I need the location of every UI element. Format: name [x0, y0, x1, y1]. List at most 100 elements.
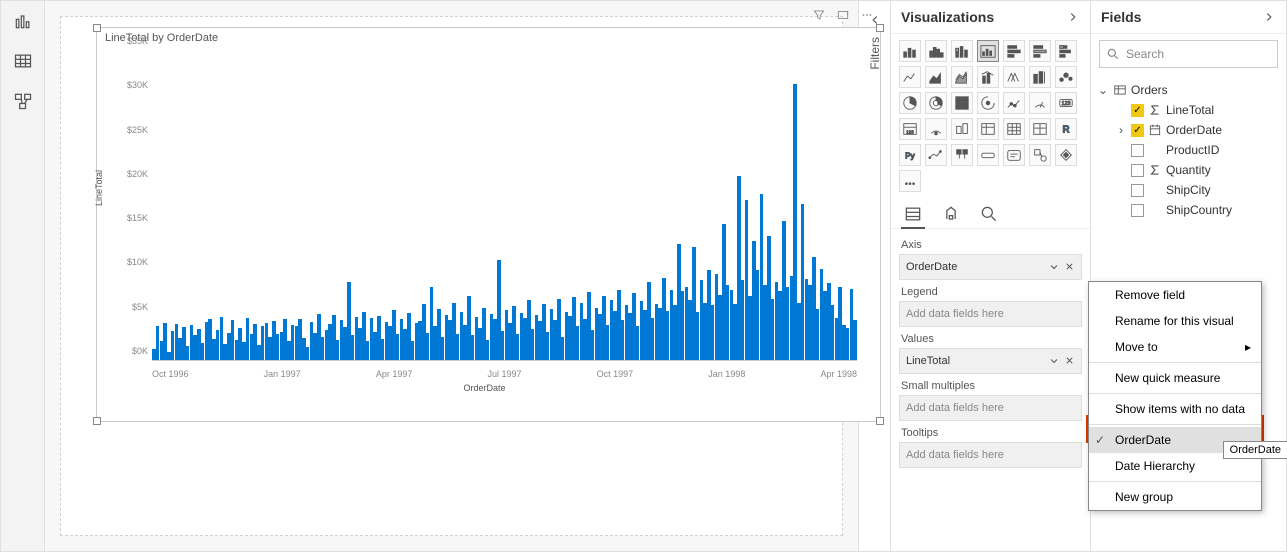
svg-text:R: R — [1062, 125, 1069, 136]
table-node-orders[interactable]: ⌄ Orders — [1095, 80, 1282, 100]
field-wells: Axis OrderDate Legend Add data fields he… — [891, 229, 1090, 551]
x-tick: Oct 1996 — [152, 369, 189, 379]
tooltips-well-placeholder[interactable]: Add data fields here — [899, 442, 1082, 468]
viz-type-icon[interactable] — [977, 92, 999, 114]
legend-well-placeholder[interactable]: Add data fields here — [899, 301, 1082, 327]
analytics-tab-icon[interactable] — [979, 204, 999, 224]
column-chart-visual[interactable]: LineTotal by OrderDate LineTotal $0K$5K$… — [96, 27, 881, 422]
viz-type-icon[interactable] — [925, 40, 947, 62]
viz-type-icon[interactable] — [1003, 40, 1025, 62]
cm-new-group[interactable]: New group — [1089, 484, 1261, 510]
field-node[interactable]: ShipCountry — [1113, 200, 1282, 220]
resize-handle-bottom-right[interactable] — [876, 417, 884, 425]
fields-title: Fields — [1101, 9, 1141, 25]
remove-field-icon[interactable] — [1064, 355, 1075, 366]
canvas-page[interactable]: LineTotal by OrderDate LineTotal $0K$5K$… — [60, 16, 843, 536]
y-axis: $0K$5K$10K$15K$20K$25K$30K$35K — [107, 46, 152, 391]
viz-type-icon[interactable] — [1029, 66, 1051, 88]
y-tick: $0K — [132, 346, 148, 356]
data-view-icon[interactable] — [13, 51, 33, 71]
viz-type-icon[interactable] — [1055, 66, 1077, 88]
field-checkbox[interactable] — [1131, 204, 1144, 217]
chart-title: LineTotal by OrderDate — [97, 28, 880, 46]
viz-type-icon[interactable] — [951, 66, 973, 88]
resize-handle-top-right[interactable] — [876, 24, 884, 32]
viz-type-icon[interactable]: 123 — [899, 118, 921, 140]
model-view-icon[interactable] — [13, 91, 33, 111]
small-multiples-well-placeholder[interactable]: Add data fields here — [899, 395, 1082, 421]
report-view-icon[interactable] — [13, 11, 33, 31]
viz-type-icon[interactable] — [977, 144, 999, 166]
viz-type-icon[interactable] — [925, 144, 947, 166]
field-node[interactable]: Quantity — [1113, 160, 1282, 180]
fields-search-input[interactable]: Search — [1099, 40, 1278, 68]
field-node[interactable]: ShipCity — [1113, 180, 1282, 200]
field-checkbox[interactable] — [1131, 164, 1144, 177]
chart-bar[interactable] — [853, 320, 856, 360]
legend-well-label: Legend — [901, 286, 1082, 298]
field-checkbox[interactable]: ✓ — [1131, 104, 1144, 117]
cm-show-items-no-data[interactable]: Show items with no data — [1089, 396, 1261, 422]
viz-type-icon[interactable] — [925, 118, 947, 140]
field-checkbox[interactable] — [1131, 184, 1144, 197]
visualizations-header: Visualizations — [891, 1, 1090, 34]
resize-handle-top-left[interactable] — [93, 24, 101, 32]
viz-type-icon[interactable] — [951, 92, 973, 114]
viz-type-icon[interactable] — [1029, 144, 1051, 166]
chevron-right-icon[interactable]: › — [1115, 123, 1127, 137]
table-icon — [1113, 83, 1127, 97]
viz-type-icon[interactable] — [1003, 144, 1025, 166]
viz-type-icon[interactable]: Py — [899, 144, 921, 166]
viz-type-icon[interactable] — [925, 66, 947, 88]
viz-type-icon[interactable] — [899, 66, 921, 88]
viz-type-icon[interactable] — [1029, 92, 1051, 114]
report-canvas[interactable]: LineTotal by OrderDate LineTotal $0K$5K$… — [45, 1, 858, 551]
field-checkbox[interactable]: ✓ — [1131, 124, 1144, 137]
field-checkbox[interactable] — [1131, 144, 1144, 157]
cm-remove-field[interactable]: Remove field — [1089, 282, 1261, 308]
viz-type-icon[interactable] — [899, 92, 921, 114]
visualizations-pane: Visualizations 123 123 R Py Axis OrderDate … — [890, 1, 1090, 551]
fields-tab-icon[interactable] — [903, 204, 923, 224]
viz-type-icon[interactable] — [1003, 66, 1025, 88]
viz-type-icon[interactable] — [951, 118, 973, 140]
cm-rename[interactable]: Rename for this visual — [1089, 308, 1261, 334]
format-tab-icon[interactable] — [941, 204, 961, 224]
viz-type-icon[interactable] — [1003, 92, 1025, 114]
field-node[interactable]: ProductID — [1113, 140, 1282, 160]
viz-type-icon[interactable] — [977, 118, 999, 140]
viz-type-icon[interactable] — [1029, 118, 1051, 140]
viz-type-icon[interactable]: 123 — [1055, 92, 1077, 114]
values-field-pill[interactable]: LineTotal — [899, 348, 1082, 374]
chevron-down-icon[interactable] — [1048, 261, 1060, 273]
cm-new-quick-measure[interactable]: New quick measure — [1089, 365, 1261, 391]
resize-handle-bottom-left[interactable] — [93, 417, 101, 425]
field-name: ShipCity — [1166, 183, 1211, 197]
remove-field-icon[interactable] — [1064, 261, 1075, 272]
viz-type-icon[interactable] — [899, 40, 921, 62]
axis-field-pill[interactable]: OrderDate — [899, 254, 1082, 280]
collapse-chevron-icon[interactable] — [1066, 10, 1080, 24]
field-name: OrderDate — [1166, 123, 1222, 137]
viz-type-icon[interactable] — [1055, 40, 1077, 62]
viz-type-icon[interactable] — [951, 144, 973, 166]
viz-type-icon[interactable] — [925, 92, 947, 114]
visual-header — [812, 8, 874, 22]
viz-type-icon[interactable] — [977, 66, 999, 88]
viz-type-icon[interactable] — [977, 40, 999, 62]
more-options-icon[interactable] — [860, 8, 874, 22]
chevron-down-icon[interactable] — [1048, 355, 1060, 367]
field-node[interactable]: › ✓ OrderDate — [1113, 120, 1282, 140]
viz-type-icon[interactable] — [899, 170, 921, 192]
focus-mode-icon[interactable] — [836, 8, 850, 22]
collapse-chevron-icon[interactable] — [1262, 10, 1276, 24]
viz-type-icon[interactable] — [1055, 144, 1077, 166]
field-node[interactable]: ✓LineTotal — [1113, 100, 1282, 120]
filter-icon[interactable] — [812, 8, 826, 22]
viz-type-icon[interactable] — [1003, 118, 1025, 140]
viz-type-icon[interactable] — [1029, 40, 1051, 62]
viz-type-icon[interactable] — [951, 40, 973, 62]
cm-move-to[interactable]: Move to▸ — [1089, 334, 1261, 360]
x-tick: Jan 1997 — [264, 369, 301, 379]
viz-type-icon[interactable]: R — [1055, 118, 1077, 140]
